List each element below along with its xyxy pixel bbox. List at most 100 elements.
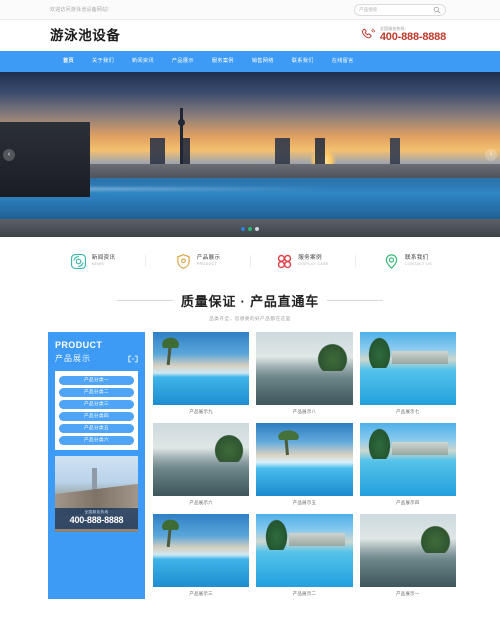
top-bar: 欢迎访问游泳池设备网站!: [0, 0, 500, 20]
product-grid: 产品展示九 产品展示八 产品展示七 产品展示六 产品展示五 产品展示四 产品展示…: [153, 332, 456, 599]
feature-contact[interactable]: 联系我们 CONTACT US: [355, 253, 460, 270]
promo-hotline-number: 400-888-8888: [69, 515, 124, 525]
feature-label-en: DISPLAY CASE: [298, 262, 329, 267]
feature-bar: 新闻资讯 NEWS 产品展示 PRODUCT 服务案例 DISPLAY CASE…: [0, 237, 500, 285]
banner-tower: [178, 108, 185, 168]
hero-banner[interactable]: ‹ ›: [0, 72, 500, 237]
sidebar-item-category-1[interactable]: 产品分类一: [59, 375, 134, 385]
search-input[interactable]: [359, 4, 433, 15]
feature-case[interactable]: 服务案例 DISPLAY CASE: [250, 253, 355, 270]
section-title-row: 质量保证 · 产品直通车: [0, 291, 500, 310]
news-icon: [70, 253, 86, 269]
product-caption: 产品展示二: [292, 591, 317, 596]
product-caption: 产品展示七: [396, 409, 420, 414]
sidebar-item-category-4[interactable]: 产品分类四: [59, 411, 134, 421]
feature-text: 新闻资讯 NEWS: [92, 255, 116, 267]
feature-label-en: CONTACT US: [404, 262, 433, 267]
pool-villa-photo: [359, 332, 456, 405]
hotline-overlay: 全国服务热线 400-888-8888: [55, 508, 138, 529]
sidebar-header: PRODUCT 产品展示: [55, 340, 138, 364]
nav-item-products[interactable]: 产品展示: [163, 51, 203, 72]
product-caption: 产品展示五: [292, 500, 317, 505]
page-title: 质量保证 · 产品直通车: [180, 294, 320, 309]
pool-villa-photo: [359, 423, 456, 496]
feature-label-en: PRODUCT: [196, 262, 218, 267]
product-caption: 产品展示四: [396, 500, 420, 505]
feature-text: 联系我们 CONTACT US: [405, 255, 432, 267]
feature-label-cn: 新闻资讯: [91, 254, 116, 261]
chevron-right-icon[interactable]: ›: [485, 148, 497, 161]
feature-label-en: NEWS: [91, 262, 105, 267]
expand-icon[interactable]: [128, 355, 138, 363]
feature-news[interactable]: 新闻资讯 NEWS: [40, 253, 145, 270]
header-hotline: 全国服务热线: 400-888-8888: [360, 26, 446, 44]
sidebar-title-cn: 产品展示: [55, 353, 91, 363]
banner-wall: [0, 121, 90, 198]
pool-palm2-photo: [256, 423, 353, 496]
banner-dot-2[interactable]: [248, 227, 252, 231]
shield-icon: [176, 253, 190, 269]
feature-text: 服务案例 DISPLAY CASE: [298, 255, 328, 267]
product-caption: 产品展示九: [189, 409, 213, 414]
nav-item-message[interactable]: 在线留言: [323, 51, 363, 72]
title-rule-right: [327, 300, 384, 301]
sidebar-item-category-3[interactable]: 产品分类三: [59, 399, 134, 409]
feature-label-cn: 联系我们: [404, 254, 429, 261]
nav-item-home[interactable]: 首页: [54, 51, 83, 72]
feature-label-cn: 服务案例: [298, 254, 322, 261]
pool-palm-photo: [153, 514, 250, 587]
site-header: 游泳池设备 全国服务热线: 400-888-8888: [0, 20, 500, 51]
search-icon[interactable]: [433, 6, 441, 14]
product-card[interactable]: 产品展示七: [359, 332, 456, 417]
banner-dot-3[interactable]: [255, 227, 259, 231]
search-box[interactable]: [354, 3, 446, 16]
nav-item-about[interactable]: 关于我们: [83, 51, 123, 72]
pool-palm-photo: [153, 332, 250, 405]
product-caption: 产品展示八: [292, 409, 317, 414]
section-subtitle: 品类齐全，您想要的好产品都在这里: [209, 316, 291, 321]
feature-product[interactable]: 产品展示 PRODUCT: [145, 253, 250, 270]
product-caption: 产品展示一: [396, 591, 420, 596]
sidebar-title-en: PRODUCT: [55, 340, 103, 350]
sidebar-title-group: PRODUCT 产品展示: [55, 340, 102, 364]
main-nav: 首页 关于我们 新闻资讯 产品展示 服务案例 销售网络 联系我们 在线留言: [0, 51, 500, 72]
product-card[interactable]: 产品展示三: [153, 514, 250, 599]
sidebar-item-category-5[interactable]: 产品分类五: [59, 423, 134, 433]
main-content: PRODUCT 产品展示 产品分类一 产品分类二 产品分类三 产品分类四 产品分…: [0, 332, 500, 599]
welcome-text: 欢迎访问游泳池设备网站!: [50, 7, 109, 13]
sidebar-hotline-promo: 全国服务热线 400-888-8888: [55, 455, 138, 532]
site-logo[interactable]: 游泳池设备: [50, 29, 360, 43]
category-list: 产品分类一 产品分类二 产品分类三 产品分类四 产品分类五 产品分类六: [55, 370, 138, 450]
product-card[interactable]: 产品展示一: [359, 514, 456, 599]
product-caption: 产品展示三: [189, 591, 213, 596]
phone-icon: [361, 29, 376, 39]
pool-lake-photo: [153, 423, 250, 496]
section-heading: 质量保证 · 产品直通车 品类齐全，您想要的好产品都在这里: [0, 285, 500, 332]
feature-text: 产品展示 PRODUCT: [197, 255, 221, 267]
page-root: 欢迎访问游泳池设备网站! 游泳池设备 全国服务热线: 400-888-8888: [0, 0, 500, 640]
product-caption: 产品展示六: [189, 500, 213, 505]
product-card[interactable]: 产品展示二: [256, 514, 353, 599]
banner-dot-1[interactable]: [241, 227, 245, 231]
product-sidebar: PRODUCT 产品展示 产品分类一 产品分类二 产品分类三 产品分类四 产品分…: [48, 332, 145, 599]
banner-dots: [241, 227, 259, 231]
nav-item-news[interactable]: 新闻资讯: [123, 51, 163, 72]
title-rule-left: [116, 300, 173, 301]
chevron-left-icon[interactable]: ‹: [3, 148, 15, 161]
sidebar-item-category-6[interactable]: 产品分类六: [59, 435, 134, 445]
pool-villa-photo: [256, 514, 353, 587]
product-card[interactable]: 产品展示五: [256, 423, 353, 508]
product-card[interactable]: 产品展示九: [153, 332, 250, 417]
product-card[interactable]: 产品展示六: [153, 423, 250, 508]
pool-lake-photo: [256, 332, 353, 405]
nav-item-network[interactable]: 销售网络: [243, 51, 283, 72]
feature-label-cn: 产品展示: [196, 254, 221, 261]
product-card[interactable]: 产品展示八: [256, 332, 353, 417]
hotline-number: 400-888-8888: [379, 31, 446, 44]
location-pin-icon: [385, 253, 398, 269]
product-card[interactable]: 产品展示四: [359, 423, 456, 508]
sidebar-item-category-2[interactable]: 产品分类二: [59, 387, 134, 397]
nav-item-cases[interactable]: 服务案例: [203, 51, 243, 72]
nav-item-contact[interactable]: 联系我们: [283, 51, 323, 72]
hotline-text: 全国服务热线: 400-888-8888: [379, 26, 446, 44]
